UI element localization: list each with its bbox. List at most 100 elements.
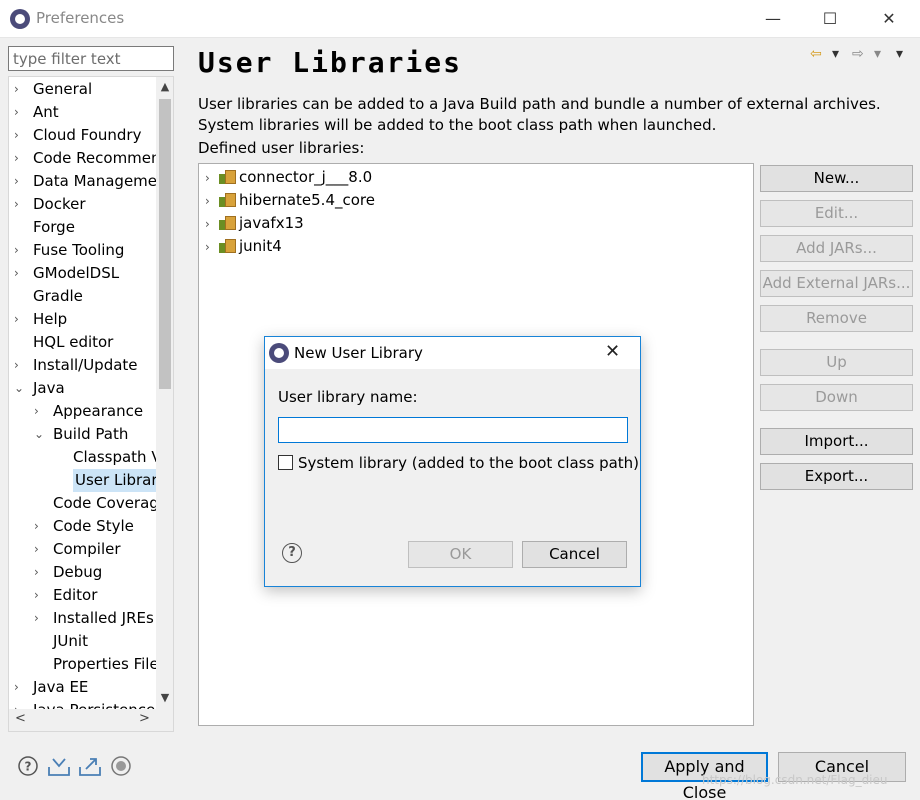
history-navigation: ⇦ ▾ ⇨ ▾ ▾ (810, 46, 914, 66)
sidebar-item-label: Java (33, 379, 65, 397)
sidebar-item-label: Java Persistence (33, 699, 155, 709)
library-icon (219, 239, 236, 253)
expand-chevron-icon[interactable]: › (34, 561, 46, 584)
scrollbar-thumb[interactable] (159, 99, 171, 389)
sidebar-item-label: Build Path (53, 425, 129, 443)
sidebar-item-label: Data Management (33, 172, 156, 190)
library-name: connector_j___8.0 (239, 168, 373, 186)
expand-chevron-icon[interactable]: › (14, 170, 26, 193)
library-row-javafx[interactable]: › javafx13 (205, 212, 304, 235)
scroll-down-arrow-icon[interactable]: ▼ (156, 691, 173, 704)
expand-chevron-icon[interactable]: › (14, 147, 26, 170)
new-library-button[interactable]: New... (760, 165, 913, 192)
library-name: javafx13 (239, 214, 304, 232)
expand-chevron-icon[interactable]: › (14, 676, 26, 699)
tree-vertical-scrollbar[interactable]: ▲ ▼ (156, 77, 173, 709)
add-jars-button[interactable]: Add JARs... (760, 235, 913, 262)
expand-chevron-icon[interactable]: › (14, 78, 26, 101)
system-library-checkbox[interactable] (278, 455, 293, 470)
library-row-connector[interactable]: › connector_j___8.0 (205, 166, 372, 189)
up-button[interactable]: Up (760, 349, 913, 376)
new-user-library-dialog: New User Library ✕ User library name: Sy… (264, 336, 641, 587)
system-library-option[interactable]: System library (added to the boot class … (278, 454, 639, 474)
tree-horizontal-scrollbar[interactable]: < > (9, 709, 173, 731)
expand-chevron-icon[interactable]: › (14, 193, 26, 216)
sidebar-item-label: Cloud Foundry (33, 126, 142, 144)
page-description: User libraries can be added to a Java Bu… (198, 95, 881, 134)
svg-text:?: ? (25, 760, 32, 774)
view-menu-icon[interactable]: ▾ (896, 46, 903, 62)
expand-chevron-icon[interactable]: › (205, 190, 219, 213)
back-menu-icon[interactable]: ▾ (832, 46, 839, 62)
import-button[interactable]: Import... (760, 428, 913, 455)
sidebar-item-label: Code Recommenders (33, 149, 156, 167)
page-title: User Libraries (198, 46, 463, 79)
library-icon (219, 193, 236, 207)
remove-button[interactable]: Remove (760, 305, 913, 332)
collapse-chevron-icon[interactable]: ⌄ (34, 423, 46, 446)
ok-button[interactable]: OK (408, 541, 513, 568)
expand-chevron-icon[interactable]: › (205, 213, 219, 236)
scroll-up-arrow-icon[interactable]: ▲ (156, 80, 173, 93)
expand-chevron-icon[interactable]: › (34, 400, 46, 423)
tree-rows: › General › Ant › Cloud Foundry › Code Recommen… (9, 77, 156, 709)
expand-chevron-icon[interactable]: › (14, 124, 26, 147)
library-name: hibernate5.4_core (239, 191, 375, 209)
forward-arrow-icon[interactable]: ⇨ (852, 46, 864, 62)
sidebar-item-label: General (33, 80, 93, 98)
title-bar: Preferences — ☐ ✕ (0, 0, 920, 38)
help-icon[interactable]: ? (282, 543, 302, 563)
collapse-chevron-icon[interactable]: ⌄ (14, 377, 26, 400)
import-preferences-icon[interactable] (47, 755, 71, 777)
expand-chevron-icon[interactable]: › (14, 239, 26, 262)
expand-chevron-icon[interactable]: › (205, 167, 219, 190)
maximize-button[interactable]: ☐ (807, 4, 853, 34)
library-name-input[interactable] (278, 417, 628, 443)
dialog-title-bar: New User Library ✕ (265, 337, 640, 369)
expand-chevron-icon[interactable]: › (34, 607, 46, 630)
filter-input[interactable] (8, 46, 174, 71)
sidebar-item-label: Compiler (53, 540, 121, 558)
sidebar-item-label: Help (33, 310, 68, 328)
close-icon[interactable]: ✕ (605, 341, 620, 362)
sidebar-item-label: Installed JREs (53, 609, 154, 627)
back-arrow-icon[interactable]: ⇦ (810, 46, 822, 62)
sidebar-item-label: Gradle (33, 287, 83, 305)
help-icon[interactable]: ? (17, 755, 39, 777)
export-button[interactable]: Export... (760, 463, 913, 490)
expand-chevron-icon[interactable]: › (14, 262, 26, 285)
preferences-tree: › General › Ant › Cloud Foundry › Code Recommen… (8, 76, 174, 732)
expand-chevron-icon[interactable]: › (14, 101, 26, 124)
record-oomph-icon[interactable] (110, 755, 132, 777)
scroll-right-arrow-icon[interactable]: > (139, 711, 150, 726)
close-window-button[interactable]: ✕ (866, 4, 912, 34)
sidebar-item-label: Java EE (33, 678, 89, 696)
library-row-junit[interactable]: › junit4 (205, 235, 282, 258)
sidebar-item-label: Fuse Tooling (33, 241, 125, 259)
expand-chevron-icon[interactable]: › (14, 308, 26, 331)
window-title: Preferences (36, 9, 125, 27)
expand-chevron-icon[interactable]: › (14, 699, 26, 709)
dialog-cancel-button[interactable]: Cancel (522, 541, 627, 568)
sidebar-item-label: Install/Update (33, 356, 138, 374)
library-row-hibernate[interactable]: › hibernate5.4_core (205, 189, 375, 212)
sidebar-item-label: Properties Files Editor (53, 655, 156, 673)
system-library-label[interactable]: System library (added to the boot class … (298, 454, 639, 472)
sidebar-item-label: Docker (33, 195, 86, 213)
expand-chevron-icon[interactable]: › (205, 236, 219, 259)
export-preferences-icon[interactable] (78, 755, 102, 777)
sidebar-item-label: GModelDSL (33, 264, 120, 282)
expand-chevron-icon[interactable]: › (34, 515, 46, 538)
sidebar-item-label: Code Coverage (53, 494, 156, 512)
expand-chevron-icon[interactable]: › (34, 538, 46, 561)
scroll-left-arrow-icon[interactable]: < (15, 711, 26, 726)
down-button[interactable]: Down (760, 384, 913, 411)
forward-menu-icon[interactable]: ▾ (874, 46, 881, 62)
minimize-button[interactable]: — (750, 4, 796, 34)
sidebar-item-label: Classpath Variables (73, 448, 156, 466)
expand-chevron-icon[interactable]: › (34, 584, 46, 607)
dialog-title: New User Library (294, 344, 423, 362)
edit-library-button[interactable]: Edit... (760, 200, 913, 227)
expand-chevron-icon[interactable]: › (14, 354, 26, 377)
add-external-jars-button[interactable]: Add External JARs... (760, 270, 913, 297)
